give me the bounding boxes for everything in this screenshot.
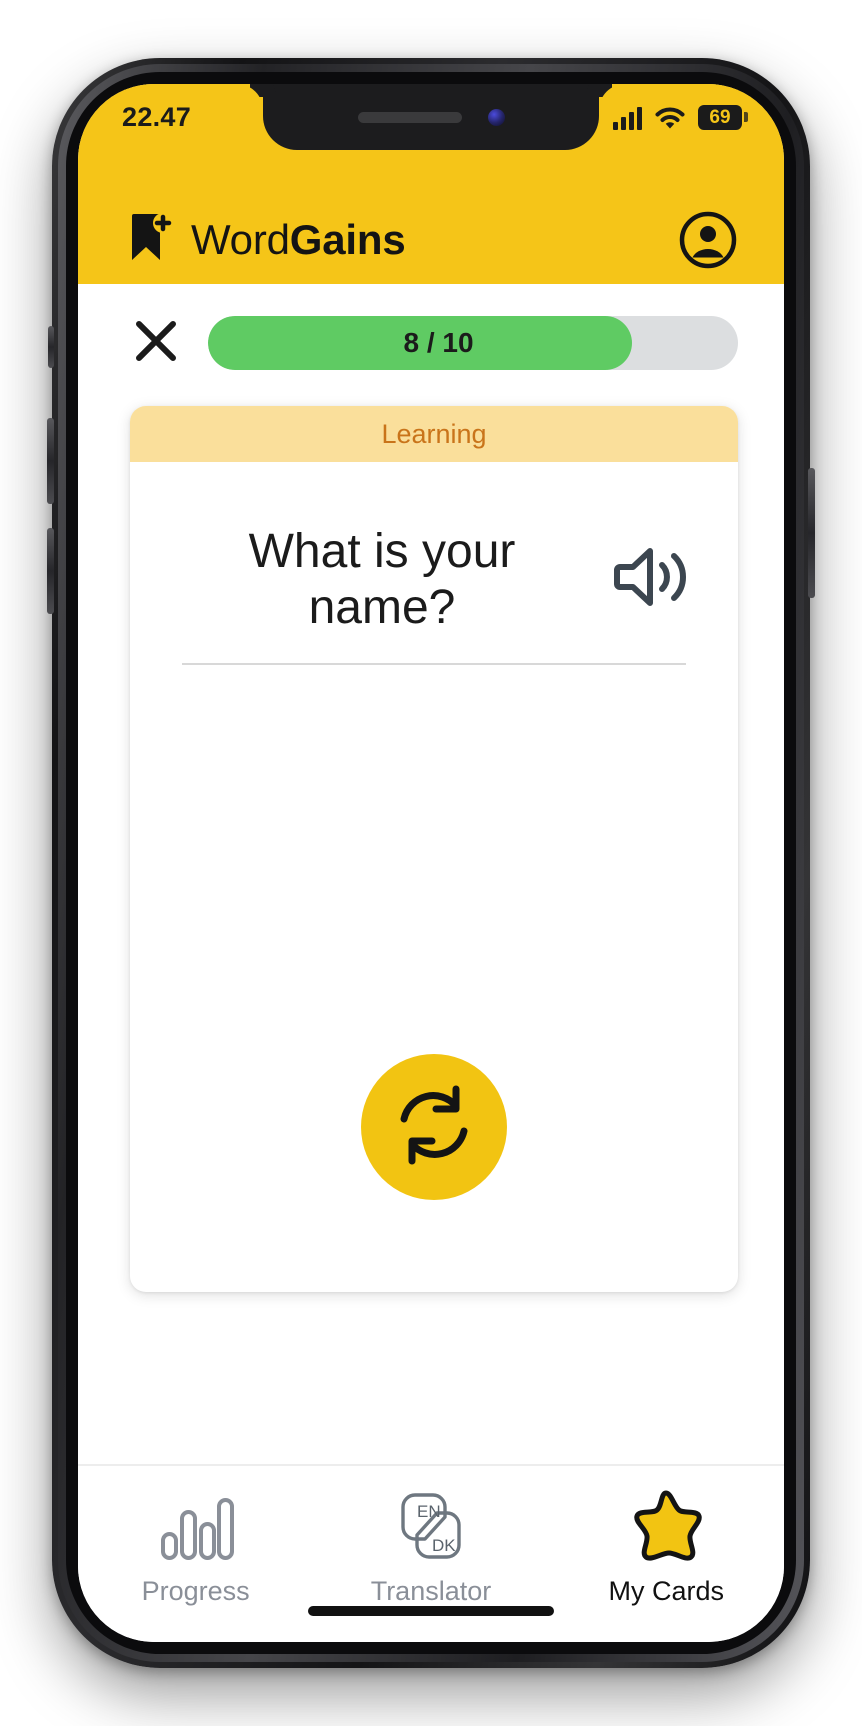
- card-status-badge: Learning: [130, 406, 738, 462]
- bar-chart-icon: [157, 1488, 235, 1566]
- battery-icon: 69: [698, 104, 748, 130]
- nav-label-my-cards: My Cards: [608, 1576, 725, 1606]
- volume-up-button[interactable]: [47, 418, 54, 504]
- battery-cap: [744, 112, 748, 122]
- nav-label-translator: Translator: [370, 1576, 492, 1606]
- app-title: WordGains: [191, 216, 406, 264]
- refresh-flip-icon: [388, 1079, 480, 1176]
- play-audio-button[interactable]: [610, 537, 696, 623]
- svg-text:DK: DK: [432, 1536, 456, 1555]
- speaker-volume-icon: [612, 541, 694, 618]
- device-notch: [263, 84, 599, 150]
- home-indicator[interactable]: [308, 1606, 554, 1616]
- app-header-row: WordGains: [78, 196, 784, 284]
- front-camera: [487, 108, 505, 126]
- flip-card-button[interactable]: [361, 1054, 507, 1200]
- translate-en-dk-icon: EN DK: [391, 1488, 471, 1566]
- account-circle-icon[interactable]: [678, 210, 738, 270]
- svg-text:EN: EN: [417, 1502, 441, 1521]
- nav-item-my-cards[interactable]: My Cards: [571, 1488, 761, 1607]
- nav-item-translator[interactable]: EN DK Translator: [336, 1488, 526, 1607]
- app-brand: WordGains: [130, 212, 406, 269]
- silent-switch-button[interactable]: [48, 326, 54, 368]
- card-answer-area: [130, 665, 738, 1054]
- wifi-icon: [655, 106, 685, 130]
- brand-word: Word: [191, 216, 290, 263]
- phone-screen: WordGains 22.47 69 8 / 10 Learning What …: [78, 84, 784, 1642]
- question-zone: What is your name?: [130, 462, 738, 635]
- nav-item-progress[interactable]: Progress: [101, 1488, 291, 1607]
- progress-bar-label: 8 / 10: [403, 327, 474, 358]
- flashcard[interactable]: Learning What is your name?: [130, 406, 738, 1292]
- star-icon: [624, 1488, 708, 1566]
- power-button[interactable]: [808, 468, 815, 598]
- nav-label-progress: Progress: [141, 1576, 250, 1606]
- card-question-text: What is your name?: [248, 525, 516, 634]
- volume-down-button[interactable]: [47, 528, 54, 614]
- earpiece-speaker: [357, 111, 462, 123]
- status-indicators: 69: [613, 104, 748, 130]
- phone-device-frame: WordGains 22.47 69 8 / 10 Learning What …: [47, 58, 815, 1668]
- flip-zone: [130, 1054, 738, 1292]
- battery-level-label: 69: [698, 104, 742, 130]
- status-time: 22.47: [122, 101, 192, 132]
- main-content: 8 / 10 Learning What is your name?: [78, 284, 784, 1464]
- brand-gains: Gains: [289, 216, 406, 263]
- close-x-icon: [133, 318, 179, 369]
- flashcard-body: What is your name?: [130, 462, 738, 1292]
- progress-bar: 8 / 10: [208, 316, 738, 370]
- bookmark-plus-icon: [130, 212, 174, 269]
- close-session-button[interactable]: [130, 317, 182, 369]
- session-progress-row: 8 / 10: [78, 284, 784, 370]
- screenshot-stage: WordGains 22.47 69 8 / 10 Learning What …: [0, 0, 862, 1726]
